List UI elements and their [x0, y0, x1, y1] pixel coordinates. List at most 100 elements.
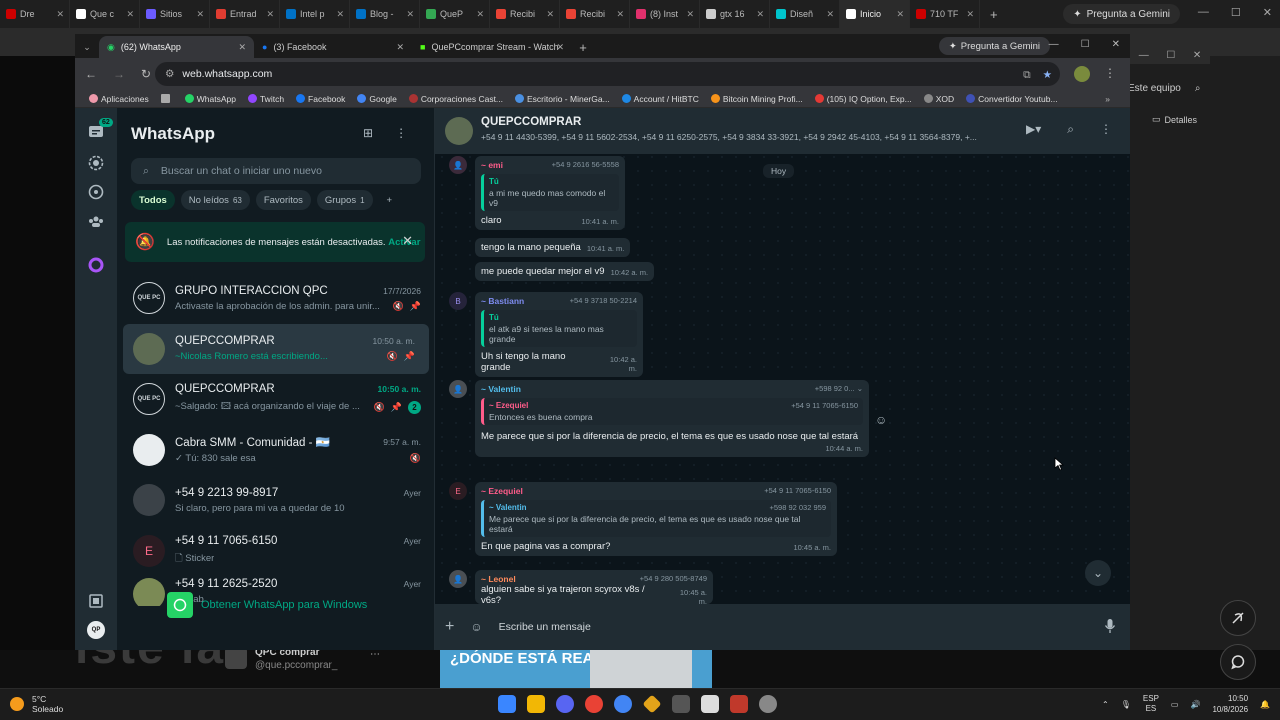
outer-tab[interactable]: Que c ✕: [70, 0, 140, 28]
attach-plus-icon[interactable]: +: [445, 618, 454, 636]
close-tab-icon[interactable]: ✕: [266, 9, 274, 20]
chat-item[interactable]: +54 9 2213 99-8917 Ayer Si claro, pero par…: [117, 475, 435, 526]
steam-icon[interactable]: [701, 695, 719, 713]
chat-item[interactable]: QUE PC GRUPO INTERACCION QPC 17/7/2026 Acti…: [117, 273, 435, 324]
close-tab-icon[interactable]: ✕: [756, 9, 764, 20]
close-tab-icon[interactable]: ✕: [476, 9, 484, 20]
bookmark-item[interactable]: XOD: [918, 94, 960, 104]
add-filter-button[interactable]: +: [379, 190, 401, 210]
bookmark-item[interactable]: Twitch: [242, 94, 290, 104]
bookmark-item[interactable]: Corporaciones Cast...: [403, 94, 509, 104]
menu-icon[interactable]: ⋮: [1100, 122, 1112, 137]
minimize-icon[interactable]: —: [1049, 39, 1059, 50]
message-bubble[interactable]: me puede quedar mejor el v9 10:42 a. m.: [475, 262, 655, 281]
emoji-icon[interactable]: ☺: [470, 620, 482, 634]
outer-tab[interactable]: Inicio ✕: [840, 0, 910, 28]
outer-tab[interactable]: Recibi ✕: [560, 0, 630, 28]
profile-avatar[interactable]: [1074, 66, 1090, 82]
outer-tab[interactable]: Intel p ✕: [280, 0, 350, 28]
chat-item[interactable]: QUE PC QUEPCCOMPRAR 10:50 a. m. ~Salgado: 🖾…: [117, 374, 435, 425]
tray-chevron-up-icon[interactable]: ⌃: [1102, 700, 1109, 709]
weather-widget[interactable]: 5°C Soleado: [10, 694, 63, 714]
close-tab-icon[interactable]: ✕: [896, 9, 904, 20]
clock[interactable]: 10:50 10/8/2026: [1212, 693, 1248, 715]
message-bubble[interactable]: ~ Bastiann +54 9 3718 50-2214 Tú el atk a9…: [475, 292, 643, 377]
start-windows-icon[interactable]: [498, 695, 516, 713]
menu-icon[interactable]: ⋮: [395, 126, 407, 140]
sender-name[interactable]: ~ Ezequiel: [481, 486, 523, 496]
volume-icon[interactable]: 🔊: [1190, 700, 1200, 709]
profile-avatar[interactable]: QP: [87, 621, 105, 639]
chrome-icon[interactable]: [585, 695, 603, 713]
tab-kick[interactable]: ■ QuePCcomprar Stream - Watch ✕: [412, 36, 572, 58]
menu-icon[interactable]: ⋮: [1104, 66, 1116, 80]
quoted-message[interactable]: ~ Ezequiel +54 9 11 7065-6150 Entonces es …: [481, 398, 863, 425]
message-bubble[interactable]: tengo la mano pequeña 10:41 a. m.: [475, 238, 631, 257]
media-icon[interactable]: [87, 592, 105, 610]
outer-tab[interactable]: Recibi ✕: [490, 0, 560, 28]
address-bar[interactable]: ⚙ web.whatsapp.com ⧉ ★: [155, 62, 1060, 86]
bookmark-item[interactable]: Convertidor Youtub...: [960, 94, 1063, 104]
outer-tab[interactable]: Diseñ ✕: [770, 0, 840, 28]
maximize-icon[interactable]: ☐: [1081, 39, 1090, 50]
app-icon[interactable]: [672, 695, 690, 713]
status-icon[interactable]: [87, 154, 105, 172]
quoted-message[interactable]: Tú a mi me quedo mas comodo el v9: [481, 174, 619, 211]
bookmarks-overflow-icon[interactable]: »: [1105, 94, 1110, 104]
tab-whatsapp[interactable]: ◉ (62) WhatsApp ✕: [99, 36, 254, 58]
bookmark-item[interactable]: Google: [351, 94, 402, 104]
bookmark-item[interactable]: Account / HitBTC: [616, 94, 705, 104]
close-tab-icon[interactable]: ✕: [126, 9, 134, 20]
message-bubble[interactable]: ~ Ezequiel +54 9 11 7065-6150 ~ Valentin +…: [475, 482, 837, 556]
chat-item[interactable]: Cabra SMM - Comunidad - 🇦🇷 9:57 a. m. ✓ Tú…: [117, 425, 435, 476]
sender-avatar[interactable]: B: [449, 292, 467, 310]
site-info-icon[interactable]: ⚙: [165, 68, 174, 80]
sender-name[interactable]: ~ emi: [481, 160, 503, 170]
close-tab-icon[interactable]: ✕: [826, 9, 834, 20]
close-tab-icon[interactable]: ✕: [686, 9, 694, 20]
chat-item-selected[interactable]: QUEPCCOMPRAR 10:50 a. m. ~Nicolas Romero e…: [123, 323, 429, 374]
outer-tab[interactable]: 710 TF ✕: [910, 0, 980, 28]
file-explorer-icon[interactable]: [527, 695, 545, 713]
filter-no-leidos[interactable]: No leídos 63: [180, 190, 250, 210]
bookmark-item[interactable]: Bitcoin Mining Profi...: [705, 94, 809, 104]
reload-icon[interactable]: ↻: [141, 67, 151, 81]
language-code[interactable]: ESP: [1143, 694, 1159, 704]
outer-tab[interactable]: Entrad ✕: [210, 0, 280, 28]
close-tab-icon[interactable]: ✕: [336, 9, 344, 20]
channels-icon[interactable]: [87, 183, 105, 201]
microphone-icon[interactable]: 🎙: [1121, 700, 1131, 709]
chat-item[interactable]: E +54 9 11 7065-6150 Ayer 🗋 Sticker: [117, 526, 435, 577]
message-bubble[interactable]: ~ Leonel +54 9 280 505-8749 alguien sabe …: [475, 570, 713, 604]
bookmark-item[interactable]: [155, 94, 179, 103]
microphone-icon[interactable]: [1104, 618, 1116, 637]
close-tab-icon[interactable]: ✕: [556, 42, 564, 53]
floating-feather-icon[interactable]: [1220, 600, 1256, 636]
close-tab-icon[interactable]: ✕: [546, 9, 554, 20]
new-tab-icon[interactable]: +: [572, 36, 594, 58]
notifications-icon[interactable]: 🔔: [1260, 700, 1270, 709]
sender-name[interactable]: ~ Bastiann: [481, 296, 524, 306]
bookmark-item[interactable]: Aplicaciones: [83, 94, 155, 104]
outer-tab[interactable]: (8) Inst ✕: [630, 0, 700, 28]
close-icon[interactable]: ✕: [1263, 6, 1272, 19]
binance-icon[interactable]: [642, 694, 662, 714]
close-tab-icon[interactable]: ✕: [966, 9, 974, 20]
message-bubble[interactable]: ~ emi +54 9 2616 56-5558 Tú a mi me quedo …: [475, 156, 625, 230]
forward-icon[interactable]: →: [113, 67, 125, 81]
search-icon[interactable]: ⌕: [1067, 122, 1074, 137]
sender-name[interactable]: ~ Leonel: [481, 574, 516, 584]
communities-icon[interactable]: [87, 212, 105, 230]
bookmark-item[interactable]: (105) IQ Option, Exp...: [809, 94, 918, 104]
conversation-header[interactable]: QUEPCCOMPRAR +54 9 11 4430-5399, +54 9 1…: [435, 108, 1130, 154]
close-tab-icon[interactable]: ✕: [56, 9, 64, 20]
message-input[interactable]: Escribe un mensaje: [499, 621, 591, 633]
back-icon[interactable]: ←: [85, 67, 97, 81]
background-video-thumbnail[interactable]: ¿DÓNDE ESTÁ REALMENTE LA: [440, 650, 712, 688]
sender-name[interactable]: ~ Valentin: [481, 384, 521, 394]
react-emoji-icon[interactable]: ☺: [875, 413, 887, 427]
close-icon[interactable]: ✕: [1112, 39, 1120, 50]
background-details-button[interactable]: ▭ Detalles: [1152, 114, 1197, 125]
bookmark-item[interactable]: Facebook: [290, 94, 351, 104]
app-shield-icon[interactable]: [730, 695, 748, 713]
